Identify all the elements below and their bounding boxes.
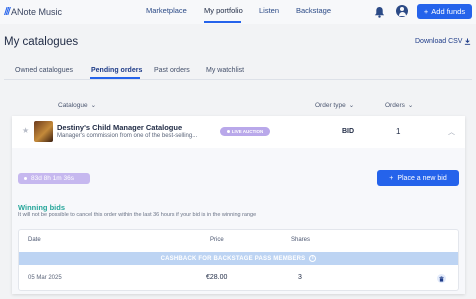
bid-price: €28.00 bbox=[206, 274, 228, 281]
bid-shares: 3 bbox=[298, 274, 302, 281]
catalogue-description: Manager's commission from one of the bes… bbox=[57, 133, 198, 139]
nav-my-portfolio[interactable]: My portfolio bbox=[204, 6, 243, 15]
chevron-down-icon: ⌄ bbox=[407, 102, 414, 109]
live-auction-badge: LIVE AUCTION bbox=[220, 127, 270, 136]
info-icon[interactable]: i bbox=[309, 255, 317, 262]
column-order-type[interactable]: Order type ⌄ bbox=[315, 101, 355, 110]
download-csv-link[interactable]: Download CSV bbox=[415, 38, 471, 45]
tabs-divider bbox=[4, 79, 472, 80]
column-orders-label: Orders bbox=[385, 101, 405, 109]
place-new-bid-button[interactable]: + Place a new bid bbox=[377, 170, 459, 186]
order-type-value: BID bbox=[342, 128, 355, 135]
live-auction-label: LIVE AUCTION bbox=[231, 129, 264, 134]
nav-listen[interactable]: Listen bbox=[259, 6, 279, 15]
chevron-down-icon: ⌄ bbox=[348, 102, 355, 109]
winning-bids-title: Winning bids bbox=[18, 203, 66, 212]
catalogue-title[interactable]: Destiny's Child Manager Catalogue bbox=[57, 123, 182, 132]
column-orders[interactable]: Orders ⌄ bbox=[385, 101, 414, 110]
delete-bid-button[interactable] bbox=[437, 274, 446, 283]
download-csv-label: Download CSV bbox=[415, 38, 463, 45]
orders-count: 1 bbox=[396, 127, 401, 136]
tab-owned-catalogues[interactable]: Owned catalogues bbox=[15, 67, 73, 74]
download-icon bbox=[465, 38, 471, 45]
column-catalogue[interactable]: Catalogue ⌄ bbox=[58, 101, 97, 110]
logo-mark: /// bbox=[4, 6, 11, 17]
cashback-banner: CASHBACK FOR BACKSTAGE PASS MEMBERS i bbox=[19, 252, 458, 265]
live-dot-icon bbox=[226, 130, 230, 133]
winning-bids-note: It will not be possible to cancel this o… bbox=[18, 212, 257, 218]
chevron-down-icon: ⌄ bbox=[90, 102, 97, 109]
place-new-bid-label: Place a new bid bbox=[397, 174, 447, 182]
add-funds-label: Add funds bbox=[431, 7, 466, 16]
nav-active-indicator bbox=[204, 21, 241, 23]
bid-date: 05 Mar 2025 bbox=[28, 275, 62, 281]
auction-timer-value: 83d 8h 1m 36s bbox=[31, 175, 75, 182]
tab-past-orders[interactable]: Past orders bbox=[154, 67, 190, 74]
catalogue-thumbnail bbox=[34, 121, 53, 142]
app-logo[interactable]: /// ANote Music bbox=[4, 6, 62, 17]
tab-pending-orders[interactable]: Pending orders bbox=[91, 67, 142, 74]
cashback-banner-label: CASHBACK FOR BACKSTAGE PASS MEMBERS bbox=[160, 255, 306, 262]
header-shares: Shares bbox=[291, 237, 311, 243]
plus-icon: + bbox=[423, 7, 429, 16]
timer-dot-icon bbox=[24, 177, 27, 180]
account-circle-icon[interactable] bbox=[396, 5, 408, 17]
add-funds-button[interactable]: + Add funds bbox=[417, 4, 472, 19]
header-date: Date bbox=[28, 237, 41, 243]
header-price: Price bbox=[210, 237, 224, 243]
nav-backstage[interactable]: Backstage bbox=[296, 6, 331, 15]
chevron-up-icon[interactable]: ︿ bbox=[448, 127, 455, 137]
app-name: ANote Music bbox=[10, 6, 62, 17]
star-icon[interactable]: ★ bbox=[22, 126, 29, 135]
plus-icon: + bbox=[389, 174, 394, 182]
page-title: My catalogues bbox=[4, 36, 79, 48]
tab-my-watchlist[interactable]: My watchlist bbox=[206, 67, 244, 74]
trash-icon bbox=[439, 276, 444, 282]
bell-icon[interactable] bbox=[374, 6, 385, 18]
column-order-type-label: Order type bbox=[315, 101, 346, 109]
column-catalogue-label: Catalogue bbox=[58, 101, 88, 109]
nav-marketplace[interactable]: Marketplace bbox=[146, 6, 187, 15]
auction-timer: 83d 8h 1m 36s bbox=[18, 173, 90, 184]
